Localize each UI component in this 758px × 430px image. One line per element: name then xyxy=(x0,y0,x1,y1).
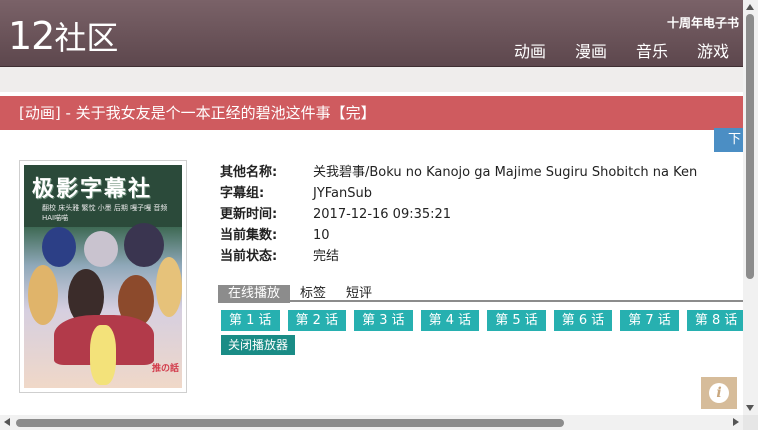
info-value: 10 xyxy=(313,228,330,243)
logo-number: 12 xyxy=(8,14,55,58)
scroll-right-arrow-icon[interactable] xyxy=(733,418,739,426)
info-icon: i xyxy=(709,383,729,403)
info-label: 其他名称: xyxy=(220,165,278,180)
info-row-episodes: 当前集数: 10 xyxy=(220,227,697,248)
ebook-link[interactable]: 十周年电子书 xyxy=(667,14,739,31)
episode-button[interactable]: 第 7 话 xyxy=(620,310,679,331)
info-label: 字幕组: xyxy=(220,186,265,201)
tab-reviews[interactable]: 短评 xyxy=(336,285,382,303)
info-label: 当前状态: xyxy=(220,249,278,264)
main-nav: 动画 漫画 音乐 游戏 xyxy=(485,38,729,62)
poster-board-note: 翻校 床头雅 繁忱 小墨 后期 嘎子嘎 音频 HAI喵喵 xyxy=(42,204,168,222)
info-row-status: 当前状态: 完结 xyxy=(220,248,697,269)
info-value: 关我碧事/Boku no Kanojo ga Majime Sugiru Sho… xyxy=(313,165,698,180)
info-value: 2017-12-16 09:35:21 xyxy=(313,207,452,222)
site-logo[interactable]: 12社区 xyxy=(8,14,118,60)
episode-button[interactable]: 第 6 话 xyxy=(553,310,613,331)
anime-info: 其他名称: 关我碧事/Boku no Kanojo ga Majime Sugir… xyxy=(220,164,697,269)
content-tabs: 在线播放 标签 短评 xyxy=(218,282,743,303)
episode-button[interactable]: 第 2 话 xyxy=(287,310,347,331)
info-row-subgroup: 字幕组: JYFanSub xyxy=(220,185,697,206)
info-value: 完结 xyxy=(313,249,340,264)
horizontal-scrollbar[interactable] xyxy=(0,415,743,430)
nav-music[interactable]: 音乐 xyxy=(636,38,668,62)
nav-games[interactable]: 游戏 xyxy=(697,38,729,62)
info-row-alias: 其他名称: 关我碧事/Boku no Kanojo ga Majime Sugir… xyxy=(220,164,697,185)
info-button[interactable]: i xyxy=(701,377,737,409)
episode-button[interactable]: 第 5 话 xyxy=(487,310,546,331)
poster-blackboard: 极影字幕社 翻校 床头雅 繁忱 小墨 后期 嘎子嘎 音频 HAI喵喵 xyxy=(24,165,182,227)
episode-button[interactable]: 第 8 话 xyxy=(686,310,743,331)
poster-board-title: 极影字幕社 xyxy=(32,177,153,202)
info-label: 当前集数: xyxy=(220,228,278,243)
vertical-scroll-thumb[interactable] xyxy=(746,14,754,279)
site-header: 12社区 十周年电子书 动画 漫画 音乐 游戏 xyxy=(0,0,743,67)
vertical-scrollbar[interactable] xyxy=(743,0,758,415)
scroll-down-arrow-icon[interactable] xyxy=(746,405,754,411)
page-title: [动画] - 关于我女友是个一本正经的碧池这件事【完】 xyxy=(19,104,376,122)
page-title-bar: [动画] - 关于我女友是个一本正经的碧池这件事【完】 xyxy=(0,96,743,130)
page-viewport: 12社区 十周年电子书 动画 漫画 音乐 游戏 [动画] - 关于我女友是个一本… xyxy=(0,0,743,415)
info-value[interactable]: JYFanSub xyxy=(313,186,372,201)
scroll-left-arrow-icon[interactable] xyxy=(4,418,10,426)
scrollbar-corner xyxy=(743,415,758,430)
info-label: 更新时间: xyxy=(220,207,278,222)
logo-text: 社区 xyxy=(54,19,119,57)
tab-online-play[interactable]: 在线播放 xyxy=(218,285,291,303)
anime-poster[interactable]: 极影字幕社 翻校 床头雅 繁忱 小墨 后期 嘎子嘎 音频 HAI喵喵 推の話 xyxy=(19,160,187,393)
horizontal-scroll-thumb[interactable] xyxy=(16,419,564,427)
nav-manga[interactable]: 漫画 xyxy=(575,38,607,62)
scroll-up-arrow-icon[interactable] xyxy=(746,4,754,10)
nav-anime[interactable]: 动画 xyxy=(514,38,546,62)
poster-corner-text: 推の話 xyxy=(152,364,180,374)
close-player-button[interactable]: 关闭播放器 xyxy=(221,335,296,355)
tab-tags[interactable]: 标签 xyxy=(290,285,336,303)
side-tab-button[interactable]: 下 xyxy=(714,128,743,152)
info-row-updated: 更新时间: 2017-12-16 09:35:21 xyxy=(220,206,697,227)
episode-button[interactable]: 第 4 话 xyxy=(420,310,480,331)
episode-list: 第 1 话第 2 话第 3 话第 4 话第 5 话第 6 话第 7 话第 8 话 xyxy=(221,309,743,331)
episode-button[interactable]: 第 3 话 xyxy=(354,310,413,331)
poster-image: 极影字幕社 翻校 床头雅 繁忱 小墨 后期 嘎子嘎 音频 HAI喵喵 推の話 xyxy=(24,165,182,388)
header-band xyxy=(0,67,743,92)
episode-button[interactable]: 第 1 话 xyxy=(221,310,280,331)
